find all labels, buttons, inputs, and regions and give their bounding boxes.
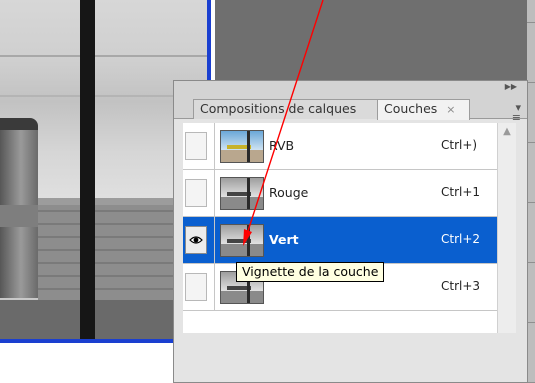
annotation-arrow-icon	[243, 0, 324, 246]
